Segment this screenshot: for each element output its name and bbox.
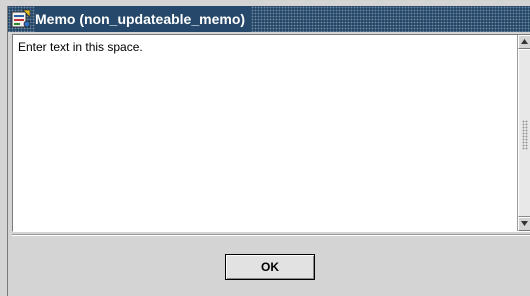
memo-content[interactable]: Enter text in this space.	[18, 40, 143, 54]
scroll-thumb[interactable]	[518, 49, 530, 217]
arrow-up-icon	[521, 39, 528, 44]
grip-icon	[522, 120, 528, 150]
window-left-edge	[7, 6, 8, 296]
form-icon	[11, 9, 31, 29]
window-title: Memo (non_updateable_memo)	[35, 6, 252, 32]
divider	[12, 234, 530, 236]
title-bar[interactable]: Memo (non_updateable_memo)	[8, 6, 530, 32]
ok-button[interactable]: OK	[225, 254, 315, 280]
scroll-up-button[interactable]	[518, 35, 530, 49]
memo-text-area[interactable]: Enter text in this space.	[12, 34, 530, 232]
vertical-scrollbar[interactable]	[517, 35, 530, 231]
arrow-down-icon	[521, 221, 528, 226]
memo-dialog: Memo (non_updateable_memo) Enter text in…	[0, 0, 530, 296]
scroll-down-button[interactable]	[518, 217, 530, 231]
